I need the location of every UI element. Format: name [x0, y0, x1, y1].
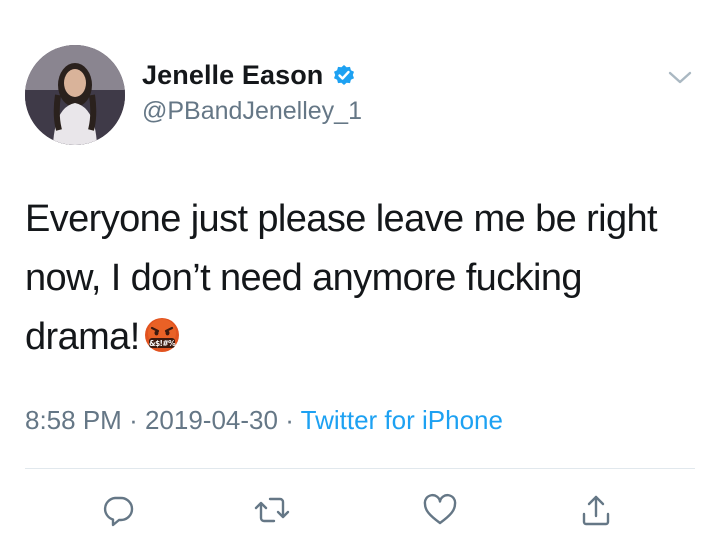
retweet-icon	[254, 497, 290, 523]
share-button[interactable]	[574, 488, 618, 532]
divider	[25, 468, 695, 469]
retweet-button[interactable]	[250, 488, 294, 532]
meta-separator: ·	[285, 405, 294, 435]
heart-icon	[423, 493, 457, 525]
emoji-symbols: &$!#%	[149, 339, 176, 348]
meta-separator: ·	[129, 405, 138, 435]
tweet-text-content: Everyone just please leave me be right n…	[25, 198, 658, 358]
avatar-image	[25, 45, 125, 145]
verified-badge-icon	[332, 64, 356, 88]
display-name[interactable]: Jenelle Eason	[142, 60, 323, 91]
face-with-symbols-on-mouth-icon: &$!#%	[144, 312, 180, 352]
reply-icon	[103, 496, 134, 527]
chevron-down-icon[interactable]	[665, 65, 695, 89]
tweet-text: Everyone just please leave me be right n…	[25, 190, 695, 367]
author-name-row[interactable]: Jenelle Eason	[142, 60, 356, 91]
tweet-meta: 8:58 PM · 2019-04-30 · Twitter for iPhon…	[25, 405, 503, 436]
avatar[interactable]	[25, 45, 125, 145]
tweet-actions	[0, 488, 715, 538]
tweet-date[interactable]: 2019-04-30	[145, 405, 278, 435]
share-icon	[582, 495, 610, 526]
like-button[interactable]	[418, 488, 462, 532]
reply-button[interactable]	[96, 488, 140, 532]
tweet-source-link[interactable]: Twitter for iPhone	[301, 405, 503, 435]
tweet-time[interactable]: 8:58 PM	[25, 405, 122, 435]
author-handle[interactable]: @PBandJenelley_1	[142, 97, 362, 126]
